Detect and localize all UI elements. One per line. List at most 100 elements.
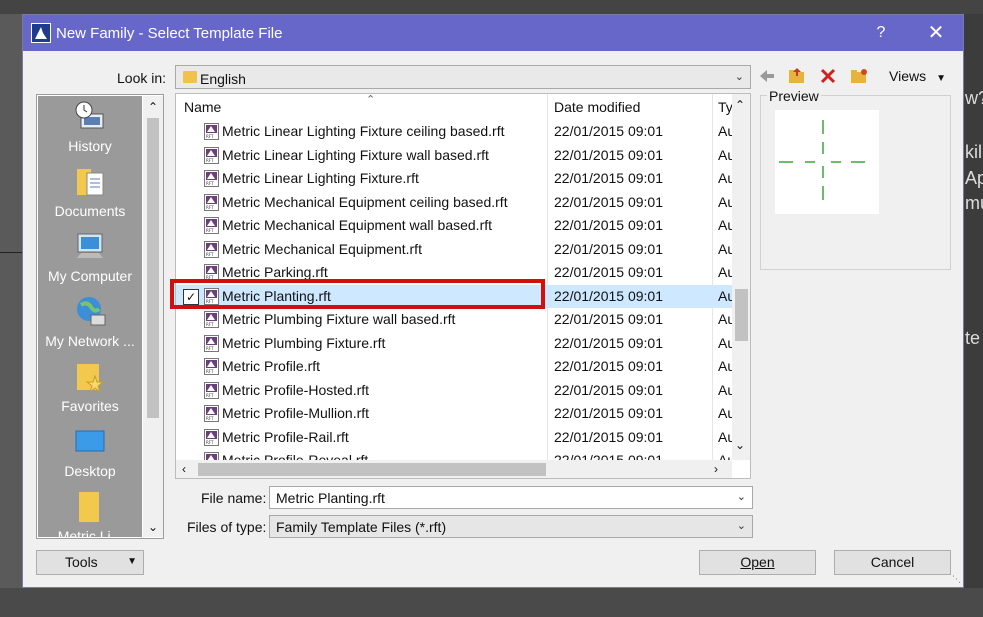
history-icon <box>73 100 107 134</box>
file-list-horizontal-scrollbar[interactable]: ‹ › <box>176 460 732 478</box>
preview-group: Preview <box>760 88 951 270</box>
table-row[interactable]: RFT Metric Profile.rft 22/01/2015 09:01 Au <box>176 355 732 378</box>
places-list: History Documents My Computer My Network ..… <box>38 96 142 537</box>
file-name-cell: Metric Plumbing Fixture wall based.rft <box>222 311 456 327</box>
scroll-down-icon[interactable]: ⌄ <box>735 438 745 452</box>
date-modified-cell: 22/01/2015 09:01 <box>554 335 663 351</box>
file-type-cell: Au <box>718 147 732 163</box>
up-folder-icon[interactable] <box>787 66 807 86</box>
back-icon[interactable] <box>757 66 777 86</box>
date-modified-cell: 22/01/2015 09:01 <box>554 429 663 445</box>
column-name-label: Name <box>184 99 222 115</box>
background-text: App <box>965 168 983 188</box>
folder-icon <box>73 490 107 524</box>
scroll-thumb[interactable] <box>198 463 546 476</box>
date-modified-cell: 22/01/2015 09:01 <box>554 264 663 280</box>
help-button[interactable]: ? <box>871 22 891 44</box>
files-of-type-value: Family Template Files (*.rft) <box>276 519 447 535</box>
file-name-value[interactable]: Metric Planting.rft <box>276 490 385 506</box>
tools-menu-button[interactable]: Tools ▼ <box>36 550 144 575</box>
chevron-down-icon[interactable]: ⌄ <box>737 490 746 503</box>
places-item-favorites[interactable]: Favorites <box>38 360 142 414</box>
folder-icon <box>183 71 197 83</box>
places-item-my-computer[interactable]: My Computer <box>38 230 142 284</box>
file-name-cell: Metric Profile.rft <box>222 358 321 374</box>
cancel-button[interactable]: Cancel <box>834 550 951 575</box>
table-row[interactable]: RFT Metric Profile-Mullion.rft 22/01/2015 … <box>176 402 732 425</box>
places-item-label: Documents <box>54 203 126 219</box>
tools-label: Tools <box>65 554 98 570</box>
file-name-cell: Metric Profile-Mullion.rft <box>222 405 370 421</box>
table-row[interactable]: RFT Metric Linear Lighting Fixture wall b… <box>176 144 732 167</box>
preview-label: Preview <box>767 88 821 104</box>
look-in-dropdown[interactable]: English ⌄ <box>175 65 751 89</box>
svg-text:RFT: RFT <box>206 393 214 398</box>
rft-file-icon: RFT <box>204 217 219 234</box>
scroll-left-icon[interactable]: ‹ <box>182 462 186 476</box>
sort-ascending-icon: ⌃ <box>366 94 376 106</box>
scroll-up-icon[interactable]: ⌃ <box>735 98 745 112</box>
svg-text:RFT: RFT <box>206 416 214 421</box>
column-header-name[interactable]: Name ⌃ <box>184 94 546 120</box>
svg-text:RFT: RFT <box>206 205 214 210</box>
rft-file-icon: RFT <box>204 429 219 446</box>
places-item-label: Desktop <box>64 463 116 479</box>
places-item-documents[interactable]: Documents <box>38 165 142 219</box>
background-text: w? <box>965 88 983 108</box>
rft-file-icon: RFT <box>204 123 219 140</box>
title-bar[interactable]: New Family - Select Template File ? ✕ <box>23 15 963 51</box>
file-type-cell: Au <box>718 288 732 304</box>
places-item-label: My Network ... <box>45 333 135 349</box>
table-row[interactable]: RFT Metric Mechanical Equipment.rft 22/01/… <box>176 238 732 261</box>
places-item-my-network[interactable]: My Network ... <box>38 295 142 349</box>
close-button[interactable]: ✕ <box>923 21 949 45</box>
file-name-combobox[interactable]: Metric Planting.rft ⌄ <box>269 486 753 509</box>
views-menu-button[interactable]: Views ▼ <box>889 68 946 84</box>
column-header-type[interactable]: Ty <box>718 94 732 120</box>
places-item-desktop[interactable]: Desktop <box>38 425 142 479</box>
file-type-cell: Au <box>718 335 732 351</box>
places-item-history[interactable]: History <box>38 100 142 154</box>
rft-file-icon: RFT <box>204 241 219 258</box>
scroll-down-icon[interactable]: ⌄ <box>143 520 163 534</box>
caret-down-icon: ▼ <box>936 73 946 84</box>
rft-file-icon: RFT <box>204 147 219 164</box>
places-item-metric-li[interactable]: Metric Li... <box>38 490 142 537</box>
scroll-thumb[interactable] <box>147 118 159 418</box>
resize-grip-icon[interactable]: ⋱ <box>952 574 961 585</box>
table-row[interactable]: RFT Metric Profile-Rail.rft 22/01/2015 09:… <box>176 426 732 449</box>
file-list-vertical-scrollbar[interactable]: ⌃ ⌄ <box>732 94 750 460</box>
table-row[interactable]: RFT Metric Mechanical Equipment wall base… <box>176 214 732 237</box>
open-button[interactable]: Open <box>699 550 816 575</box>
table-row[interactable]: RFT Metric Mechanical Equipment ceiling b… <box>176 191 732 214</box>
table-row[interactable]: RFT Metric Linear Lighting Fixture.rft 22/… <box>176 167 732 190</box>
table-row[interactable]: RFT Metric Profile-Hosted.rft 22/01/2015 0… <box>176 379 732 402</box>
date-modified-cell: 22/01/2015 09:01 <box>554 288 663 304</box>
svg-text:RFT: RFT <box>206 228 214 233</box>
scroll-thumb[interactable] <box>735 289 748 341</box>
places-scrollbar[interactable]: ⌃ ⌄ <box>143 96 163 537</box>
files-of-type-dropdown[interactable]: Family Template Files (*.rft) ⌄ <box>269 515 753 538</box>
rft-file-icon: RFT <box>204 382 219 399</box>
date-modified-cell: 22/01/2015 09:01 <box>554 241 663 257</box>
date-modified-cell: 22/01/2015 09:01 <box>554 194 663 210</box>
svg-text:RFT: RFT <box>206 181 214 186</box>
new-folder-icon[interactable] <box>849 66 869 86</box>
date-modified-cell: 22/01/2015 09:01 <box>554 170 663 186</box>
table-row[interactable]: RFT Metric Plumbing Fixture.rft 22/01/2015… <box>176 332 732 355</box>
table-row[interactable]: RFT Metric Linear Lighting Fixture ceilin… <box>176 120 732 143</box>
look-in-label: Look in: <box>117 70 167 86</box>
scroll-up-icon[interactable]: ⌃ <box>143 100 163 114</box>
rft-file-icon: RFT <box>204 170 219 187</box>
delete-icon[interactable] <box>818 66 838 86</box>
date-modified-cell: 22/01/2015 09:01 <box>554 358 663 374</box>
file-type-cell: Au <box>718 264 732 280</box>
chevron-down-icon: ⌄ <box>736 520 746 532</box>
rft-file-icon: RFT <box>204 194 219 211</box>
rft-file-icon: RFT <box>204 335 219 352</box>
scroll-right-icon[interactable]: › <box>714 462 718 476</box>
table-row[interactable]: RFT Metric Plumbing Fixture wall based.rf… <box>176 308 732 331</box>
revit-app-icon <box>31 23 51 43</box>
column-header-date[interactable]: Date modified <box>554 94 712 120</box>
places-item-label: History <box>68 138 112 154</box>
